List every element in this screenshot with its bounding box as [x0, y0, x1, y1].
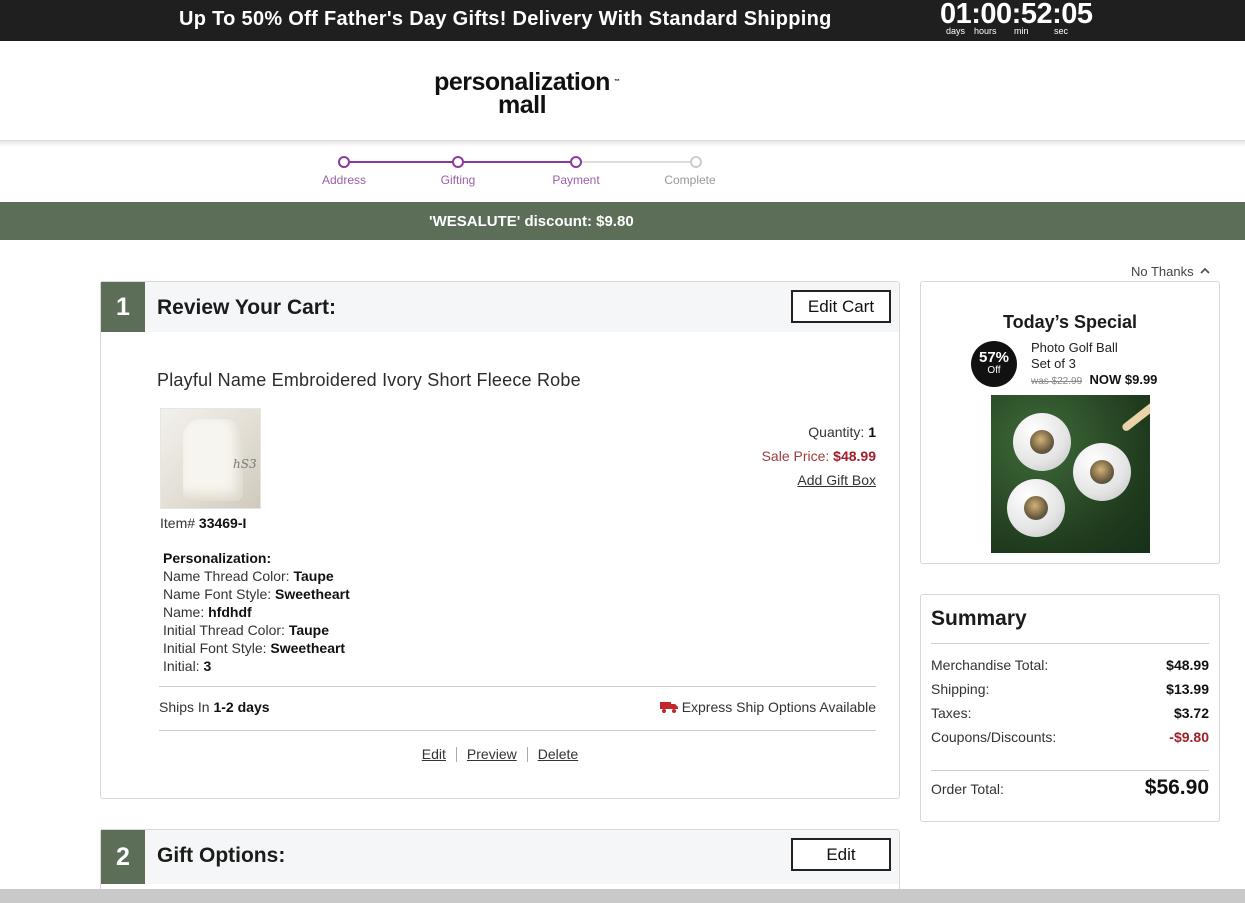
order-total: Order Total: $56.90 — [931, 776, 1209, 799]
countdown-unit-days: days — [946, 26, 966, 36]
order-total-value: $56.90 — [1144, 776, 1209, 799]
step-dot-gifting — [452, 156, 464, 168]
was-price: was $22.99 — [1031, 376, 1083, 387]
discount-badge: 57% Off — [971, 341, 1017, 387]
summary-row-merchandise: Merchandise Total: $48.99 — [931, 657, 1209, 673]
personalization-row: Name: hfdhdf — [163, 604, 252, 620]
item-number: Item# 33469-I — [160, 515, 246, 531]
countdown-unit-hours: hours — [974, 26, 997, 36]
edit-cart-button[interactable]: Edit Cart — [791, 290, 891, 323]
review-cart-header: 1 Review Your Cart: Edit Cart — [101, 282, 899, 332]
summary-row-shipping: Shipping: $13.99 — [931, 681, 1209, 697]
express-ship-info: Express Ship Options Available — [659, 699, 876, 715]
golf-ball — [1073, 443, 1131, 501]
countdown-unit-min: min — [1014, 26, 1029, 36]
chevron-up-icon — [1200, 267, 1210, 274]
step-label-complete: Complete — [664, 173, 716, 187]
divider — [931, 770, 1209, 771]
now-price: NOW $9.99 — [1089, 372, 1158, 387]
order-summary-panel: Summary Merchandise Total: $48.99 Shippin… — [920, 594, 1220, 822]
discount-badge-percent: 57% — [978, 349, 1010, 366]
horizontal-scrollbar[interactable] — [0, 889, 1245, 903]
price-info: Quantity: 1 Sale Price: $48.99 Add Gift … — [762, 420, 876, 492]
robe-monogram: hS3 — [233, 457, 257, 471]
express-ship-text: Express Ship Options Available — [681, 699, 876, 715]
discount-text: 'WESALUTE' discount: $9.80 — [429, 213, 634, 230]
sale-price: Sale Price: $48.99 — [762, 444, 876, 468]
item-number-label: Item# — [160, 515, 196, 531]
golf-tee — [1120, 401, 1150, 433]
golf-ball-image[interactable] — [991, 395, 1150, 553]
personalization-row: Initial: 3 — [163, 658, 212, 674]
special-product-name: Photo Golf Ball Set of 3 — [1031, 340, 1118, 371]
preview-item-link[interactable]: Preview — [457, 746, 527, 762]
step-label-gifting[interactable]: Gifting — [413, 173, 503, 187]
gift-options-title: Gift Options: — [157, 844, 286, 867]
sale-price-label: Sale Price: — [761, 448, 830, 464]
summary-title: Summary — [931, 607, 1027, 630]
personalization-row: Initial Thread Color: Taupe — [163, 622, 330, 638]
truck-icon — [659, 702, 678, 713]
order-total-label: Order Total: — [931, 781, 1004, 797]
summary-row-discounts: Coupons/Discounts: -$9.80 — [931, 729, 1209, 745]
product-name: Playful Name Embroidered Ivory Short Fle… — [157, 370, 581, 390]
todays-special-panel[interactable]: Today’s Special 57% Off Photo Golf Ball … — [920, 281, 1220, 564]
divider — [159, 686, 876, 687]
personalization-heading: Personalization: — [163, 550, 272, 566]
quantity-value: 1 — [868, 424, 876, 440]
quantity-label: Quantity: — [808, 424, 865, 440]
countdown-unit-sec: sec — [1054, 26, 1069, 36]
ships-in: Ships In 1-2 days — [159, 699, 270, 715]
step-dot-payment — [570, 156, 582, 168]
edit-item-link[interactable]: Edit — [412, 746, 456, 762]
site-header: personalization mall ™ — [0, 41, 1245, 141]
cart-item-actions: Edit Preview Delete — [101, 746, 899, 762]
edit-gift-options-button[interactable]: Edit — [791, 838, 891, 871]
divider — [931, 643, 1209, 644]
discount-banner: 'WESALUTE' discount: $9.80 — [0, 202, 1245, 240]
logo-line2: mall — [497, 91, 547, 119]
checkout-progress: Address Gifting Payment Complete — [300, 153, 740, 193]
step-number: 1 — [101, 282, 145, 332]
item-number-value: 33469-I — [198, 515, 247, 531]
step-number: 2 — [101, 830, 145, 884]
personalization-details: Personalization: Name Thread Color: Taup… — [163, 549, 350, 675]
step-label-payment: Payment — [552, 173, 600, 187]
ships-in-label: Ships In — [159, 699, 210, 715]
personalization-row: Name Thread Color: Taupe — [163, 568, 334, 584]
no-thanks-label: No Thanks — [1131, 264, 1194, 279]
promo-text: Up To 50% Off Father's Day Gifts! Delive… — [179, 8, 832, 30]
golf-ball — [1007, 479, 1065, 537]
summary-row-taxes: Taxes: $3.72 — [931, 705, 1209, 721]
discount-badge-off: Off — [987, 365, 1001, 376]
no-thanks-toggle[interactable]: No Thanks — [1131, 264, 1210, 279]
step-dot-address — [338, 156, 350, 168]
review-cart-panel: 1 Review Your Cart: Edit Cart Playful Na… — [100, 281, 900, 799]
gift-options-header: 2 Gift Options: Edit — [101, 830, 899, 884]
site-logo[interactable]: personalization mall ™ — [422, 70, 622, 119]
promo-banner: Up To 50% Off Father's Day Gifts! Delive… — [0, 0, 1245, 41]
review-cart-title: Review Your Cart: — [157, 296, 336, 319]
golf-ball — [1013, 413, 1071, 471]
divider — [159, 730, 876, 731]
product-image[interactable]: hS3 — [160, 408, 261, 509]
header-divider — [0, 141, 1245, 147]
countdown-timer: 01:00:52:05 days hours min sec — [940, 0, 1100, 36]
step-label-address[interactable]: Address — [299, 173, 389, 187]
todays-special-title: Today’s Special — [1002, 312, 1138, 332]
personalization-row: Initial Font Style: Sweetheart — [163, 640, 346, 656]
personalization-row: Name Font Style: Sweetheart — [163, 586, 350, 602]
quantity: Quantity: 1 — [762, 420, 876, 444]
sale-price-value: $48.99 — [833, 448, 876, 464]
add-gift-box-link[interactable]: Add Gift Box — [797, 472, 876, 488]
logo-trademark: ™ — [614, 79, 620, 85]
delete-item-link[interactable]: Delete — [528, 746, 588, 762]
step-dot-complete — [690, 156, 702, 168]
countdown-value: 01:00:52:05 — [940, 0, 1093, 30]
ships-in-value: 1-2 days — [213, 699, 270, 715]
special-price: was $22.99 NOW $9.99 — [1031, 372, 1157, 387]
